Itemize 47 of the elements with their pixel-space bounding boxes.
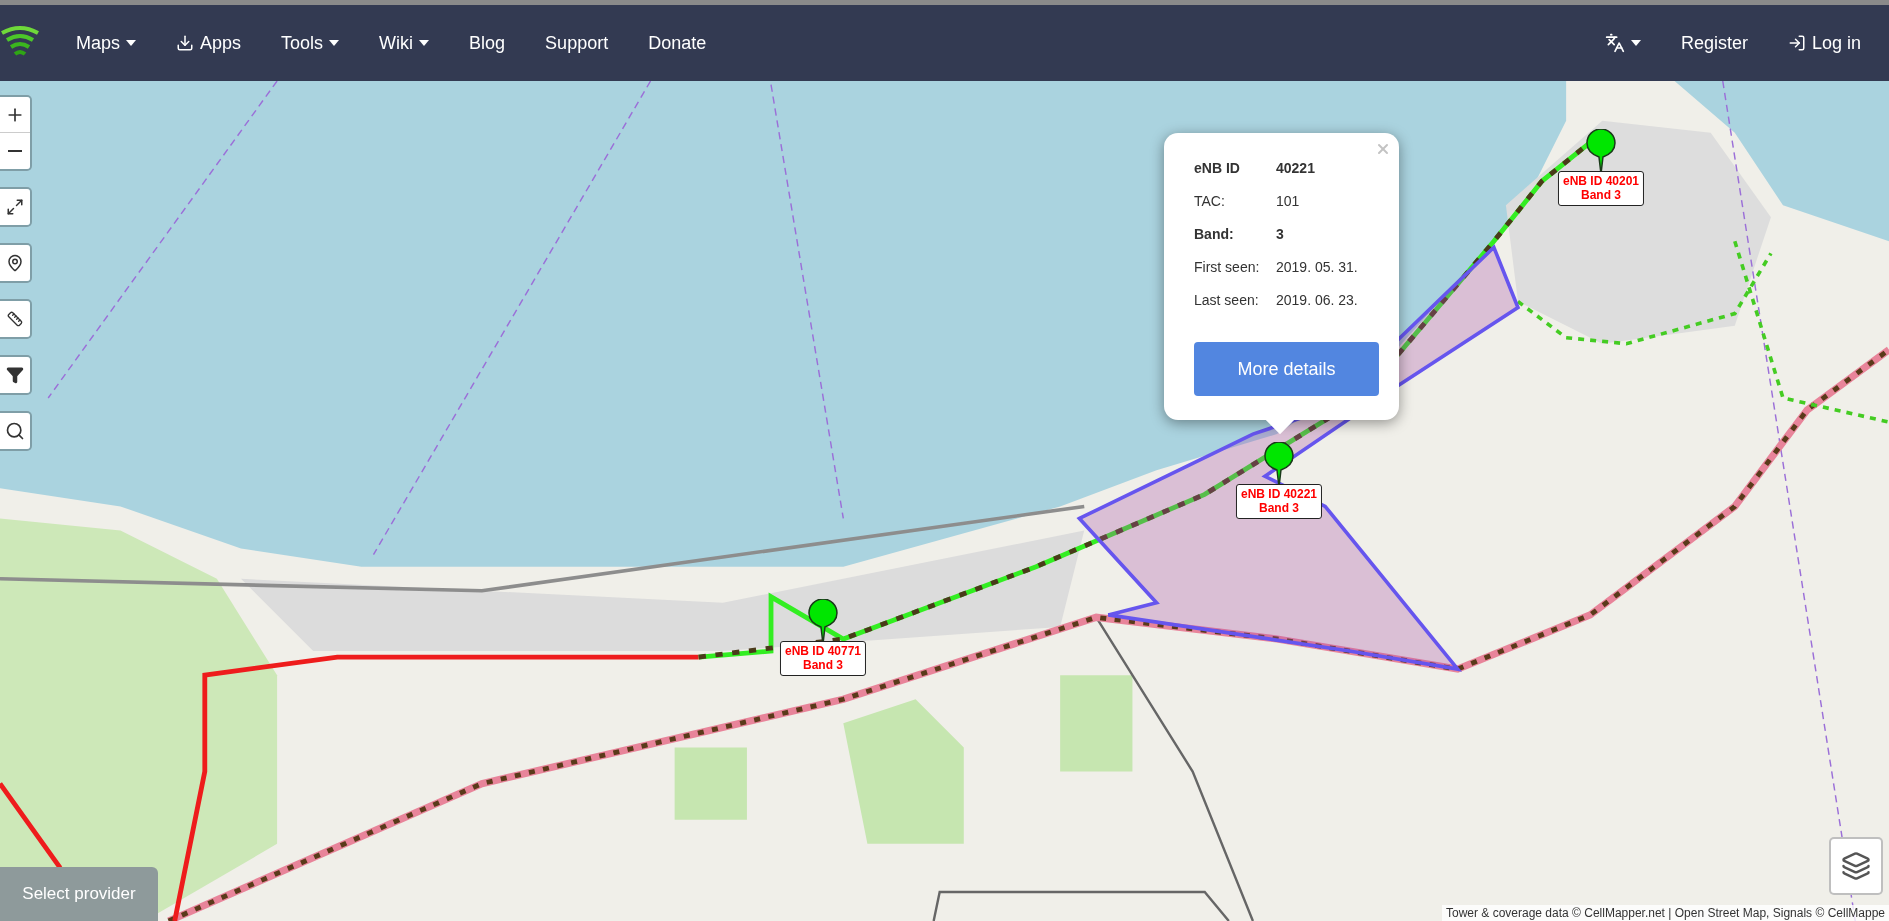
field-label: Band: <box>1194 225 1235 242</box>
search-button[interactable] <box>0 413 30 449</box>
filter-button[interactable] <box>0 357 30 393</box>
field-value: 2019. 05. 31. <box>1276 258 1359 275</box>
field-label: eNB ID <box>1194 159 1241 176</box>
locate-button[interactable] <box>0 245 30 281</box>
translate-icon <box>1604 33 1625 53</box>
caret-icon <box>126 40 136 46</box>
caret-icon <box>329 40 340 46</box>
nav-link[interactable]: Apps <box>158 24 260 62</box>
field-value: 40221 <box>1276 159 1316 176</box>
map-pin-icon <box>6 254 24 272</box>
field-label: TAC: <box>1194 192 1226 209</box>
layers-button[interactable] <box>1829 837 1883 895</box>
zoom-in-button[interactable] <box>0 97 30 133</box>
field-value: 3 <box>1276 225 1285 242</box>
field-label: First seen: <box>1194 258 1261 275</box>
nav-link[interactable]: Maps <box>58 24 154 62</box>
tower-label: eNB ID 40201 Band 3 <box>1558 171 1644 206</box>
layers-icon <box>1841 851 1871 881</box>
caret-icon <box>419 40 430 46</box>
zoom-out-button[interactable] <box>0 133 30 169</box>
download-icon <box>176 34 194 52</box>
nav-link[interactable]: Wiki <box>361 24 448 62</box>
nav-link[interactable]: Blog <box>451 24 524 62</box>
sign-in-icon <box>1787 34 1806 52</box>
nav-link[interactable]: Donate <box>630 24 725 62</box>
caret-icon <box>1630 40 1641 46</box>
attribution-text: Tower & coverage data © CellMapper.net | Open Street Map, Signals © CellMappe <box>1441 905 1889 921</box>
fullscreen-button[interactable] <box>0 189 30 225</box>
field-label: Last seen: <box>1194 291 1260 308</box>
field-value: 101 <box>1276 192 1301 209</box>
expand-arrows-icon <box>6 198 24 216</box>
nav-link[interactable]: Log in <box>1769 24 1879 62</box>
measure-button[interactable] <box>0 301 30 337</box>
nav-link[interactable]: Register <box>1662 24 1766 62</box>
tower-label: eNB ID 40771 Band 3 <box>780 641 866 676</box>
minus-icon <box>8 150 22 152</box>
field-value: 2019. 06. 23. <box>1276 291 1359 308</box>
nav-link[interactable]: Tools <box>263 24 358 62</box>
search-icon <box>5 421 25 441</box>
close-icon <box>1375 141 1391 157</box>
ruler-icon <box>7 311 23 327</box>
nav-link[interactable]: Support <box>527 24 627 62</box>
filter-icon <box>6 366 24 384</box>
more-details-button[interactable]: More details <box>1194 342 1379 396</box>
tower-label: eNB ID 40221 Band 3 <box>1236 484 1322 519</box>
